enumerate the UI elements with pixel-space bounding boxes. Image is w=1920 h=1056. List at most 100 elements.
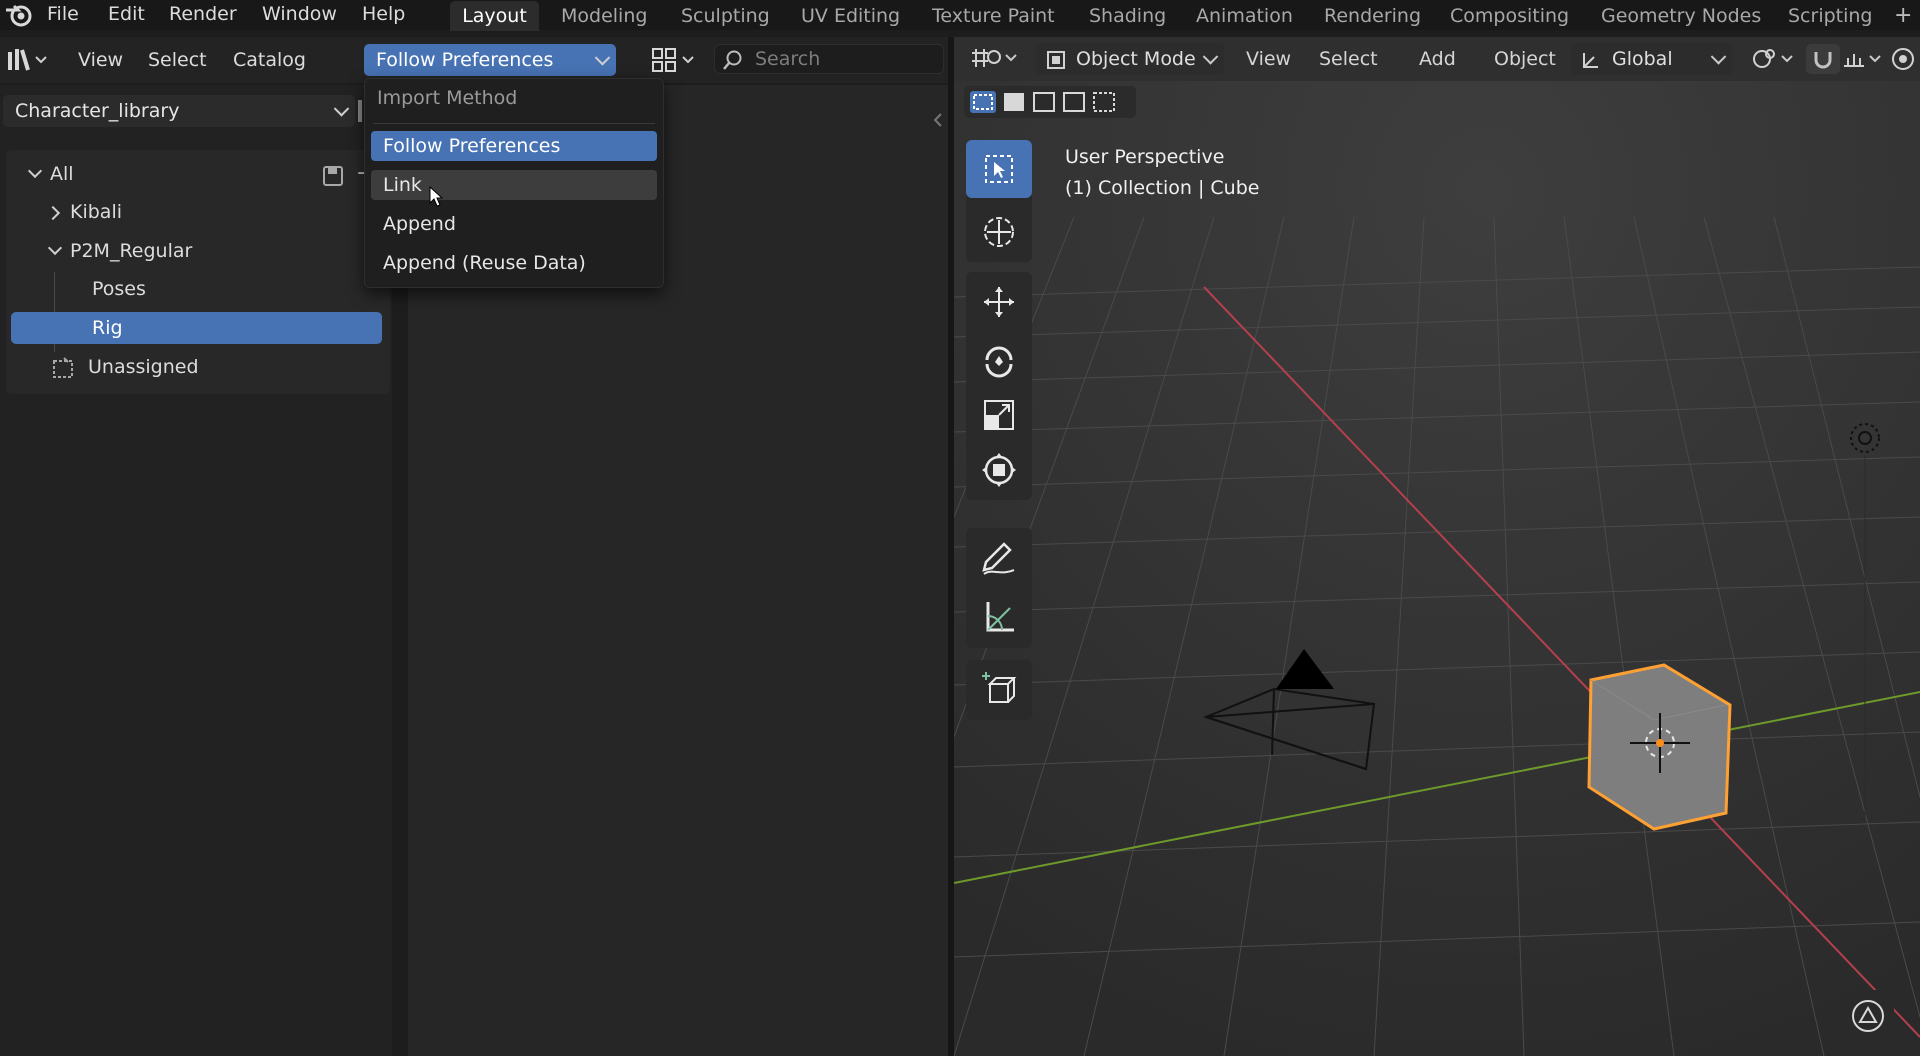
- save-catalog-icon[interactable]: [322, 165, 344, 187]
- vp-menu-object[interactable]: Object: [1494, 46, 1556, 72]
- menu-item-link[interactable]: Link: [371, 170, 657, 200]
- snap-settings-icon[interactable]: [1842, 46, 1886, 72]
- ab-menu-catalog[interactable]: Catalog: [233, 47, 306, 73]
- scale-icon: [984, 400, 1014, 430]
- asset-library-dropdown[interactable]: Character_library: [3, 95, 355, 127]
- perspective-label: User Perspective: [1065, 146, 1225, 168]
- sidebar-scroll-handle[interactable]: [358, 100, 362, 122]
- tab-sculpting[interactable]: Sculpting: [681, 1, 770, 31]
- menu-render[interactable]: Render: [169, 1, 237, 27]
- catalog-tree-panel: All + Kibali P2M_Regular Poses Rig Unass…: [6, 150, 390, 394]
- menu-window[interactable]: Window: [262, 1, 337, 27]
- catalog-item-unassigned[interactable]: Unassigned: [46, 351, 376, 383]
- editor-type-icon[interactable]: [6, 46, 52, 74]
- select-extend-icon: [1004, 93, 1024, 111]
- chevron-down-icon: [47, 240, 63, 256]
- scale-tool[interactable]: [966, 388, 1032, 444]
- snap-toggle[interactable]: [1806, 44, 1840, 74]
- tab-rendering[interactable]: Rendering: [1324, 1, 1421, 31]
- select-box-icon: [985, 155, 1013, 183]
- search-icon: [723, 50, 742, 70]
- search-input[interactable]: Search: [714, 44, 944, 74]
- top-menu-bar: File Edit Render Window Help Layout Mode…: [0, 0, 1920, 31]
- annotate-tool[interactable]: [966, 530, 1032, 586]
- viewport-header: Object Mode View Select Add Object Globa…: [954, 37, 1920, 81]
- tab-modeling[interactable]: Modeling: [561, 1, 647, 31]
- import-method-menu-title: Import Method: [377, 87, 518, 109]
- catalog-item-poses[interactable]: Poses: [68, 273, 368, 305]
- sidebar-toggle-icon[interactable]: [933, 110, 942, 127]
- add-workspace-button[interactable]: +: [1894, 1, 1912, 31]
- menu-file[interactable]: File: [47, 1, 79, 27]
- chevron-down-icon: [1202, 49, 1219, 65]
- catalog-label: Poses: [92, 278, 146, 300]
- mouse-cursor-icon: [429, 186, 443, 207]
- measure-tool[interactable]: [966, 590, 1032, 646]
- camera-view-icon: [1852, 1000, 1884, 1032]
- tab-texture-paint[interactable]: Texture Paint: [932, 1, 1055, 31]
- import-method-menu: Import Method Follow Preferences Link Ap…: [364, 78, 664, 288]
- viewport-editor-type-icon[interactable]: [968, 45, 1022, 73]
- tab-layout[interactable]: Layout: [450, 1, 539, 31]
- catalog-item-rig[interactable]: Rig: [11, 312, 382, 344]
- pivot-point-icon[interactable]: [1750, 46, 1800, 72]
- catalog-label: Rig: [92, 317, 123, 339]
- annotate-tool-group: [966, 528, 1032, 648]
- tab-shading[interactable]: Shading: [1089, 1, 1166, 31]
- chevron-right-icon: [45, 205, 61, 221]
- select-invert-icon: [1063, 92, 1085, 112]
- viewport-overlay-info: User Perspective (1) Collection | Cube: [1065, 142, 1259, 204]
- tab-scripting[interactable]: Scripting: [1788, 1, 1873, 31]
- catalog-label: All: [50, 163, 74, 185]
- catalog-item-p2m-regular[interactable]: P2M_Regular: [42, 235, 372, 267]
- select-box-tool[interactable]: [966, 140, 1032, 198]
- selection-mode-group: [964, 86, 1136, 118]
- move-tool[interactable]: [966, 274, 1032, 330]
- add-cube-icon: [982, 672, 1017, 703]
- proportional-editing-icon[interactable]: [1890, 46, 1916, 72]
- tab-compositing[interactable]: Compositing: [1450, 1, 1569, 31]
- menu-item-append-reuse-data[interactable]: Append (Reuse Data): [371, 248, 657, 278]
- transform-tool-group: [966, 272, 1032, 500]
- menu-edit[interactable]: Edit: [108, 1, 145, 27]
- select-tool-group: [966, 140, 1032, 262]
- tab-uv-editing[interactable]: UV Editing: [801, 1, 900, 31]
- navigation-gizmo-button[interactable]: [1842, 990, 1894, 1042]
- rotate-tool[interactable]: [966, 332, 1032, 388]
- catalog-label: P2M_Regular: [70, 240, 193, 262]
- blender-logo-icon[interactable]: [4, 2, 34, 28]
- vp-menu-add[interactable]: Add: [1419, 46, 1456, 72]
- menu-help[interactable]: Help: [362, 1, 405, 27]
- select-subtract-icon: [1033, 92, 1055, 112]
- asset-library-value: Character_library: [15, 100, 180, 122]
- chevron-down-icon: [333, 101, 350, 117]
- transform-tool[interactable]: [966, 442, 1032, 498]
- tab-animation[interactable]: Animation: [1196, 1, 1293, 31]
- tab-geometry-nodes[interactable]: Geometry Nodes: [1601, 1, 1761, 31]
- catalog-item-all[interactable]: All +: [20, 158, 380, 190]
- ab-menu-view[interactable]: View: [78, 47, 123, 73]
- transform-orientation-dropdown[interactable]: Global: [1570, 43, 1732, 75]
- ab-menu-select[interactable]: Select: [148, 47, 207, 73]
- import-method-dropdown[interactable]: Follow Preferences: [364, 44, 616, 76]
- chevron-down-icon: [594, 50, 611, 66]
- search-placeholder: Search: [755, 48, 821, 70]
- cursor-tool[interactable]: [966, 202, 1032, 260]
- menu-item-follow-preferences[interactable]: Follow Preferences: [371, 131, 657, 161]
- menu-divider: [373, 123, 655, 124]
- object-mode-dropdown[interactable]: Object Mode: [1036, 43, 1224, 75]
- magnet-icon: [1814, 52, 1832, 69]
- catalog-item-kibali[interactable]: Kibali: [42, 196, 372, 228]
- add-cube-tool[interactable]: [966, 660, 1032, 720]
- measure-ruler-icon: [986, 602, 1014, 632]
- chevron-down-icon: [27, 163, 43, 179]
- annotate-pencil-icon: [982, 542, 1015, 575]
- move-arrows-icon: [984, 287, 1014, 317]
- catalog-label: Kibali: [70, 201, 122, 223]
- collection-info-label: (1) Collection | Cube: [1065, 177, 1260, 199]
- vp-menu-select[interactable]: Select: [1319, 46, 1378, 72]
- menu-item-append[interactable]: Append: [371, 209, 657, 239]
- catalog-label: Unassigned: [88, 356, 199, 378]
- display-mode-grid-icon[interactable]: [652, 47, 698, 73]
- vp-menu-view[interactable]: View: [1246, 46, 1291, 72]
